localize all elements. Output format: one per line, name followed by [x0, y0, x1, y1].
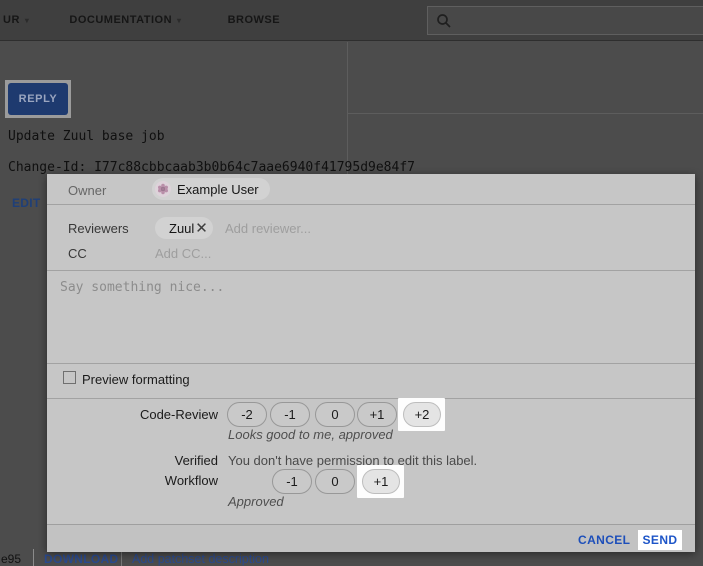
metadata-row-divider	[348, 113, 703, 114]
vote-button-code-review-plus1[interactable]: +1	[357, 402, 397, 427]
commit-box-divider	[347, 42, 348, 174]
vote-button-code-review-plus2[interactable]: +2	[403, 402, 441, 427]
reply-dialog: Owner Example User Reviewers Zuul ✕ CC	[47, 174, 695, 552]
chevron-down-icon: ▾	[25, 16, 30, 25]
avatar	[155, 181, 171, 197]
nav-menu-browse-label: BROWSE	[228, 14, 281, 26]
vote-button-workflow-zero[interactable]: 0	[315, 469, 355, 494]
focus-highlight-workflow-plus1: +1	[357, 465, 404, 498]
vote-button-code-review-minus2[interactable]: -2	[227, 402, 267, 427]
nav-menu-documentation-label: DOCUMENTATION	[69, 14, 172, 26]
chevron-down-icon: ▾	[177, 16, 182, 25]
cc-label: CC	[68, 246, 87, 261]
search-icon	[436, 13, 452, 29]
verified-permission-message: You don't have permission to edit this l…	[228, 453, 477, 468]
commit-message-title: Update Zuul base job	[8, 129, 165, 144]
top-bar: UR ▾ DOCUMENTATION ▾ BROWSE	[0, 0, 703, 41]
reply-message-textarea[interactable]	[55, 274, 687, 359]
owner-chip-label: Example User	[177, 182, 259, 197]
focus-highlight-send: SEND	[638, 530, 682, 550]
vote-button-code-review-zero[interactable]: 0	[315, 402, 355, 427]
separator	[121, 552, 122, 566]
divider	[47, 270, 695, 271]
reply-button-focus-ring: REPLY	[5, 80, 71, 118]
vote-button-code-review-minus1[interactable]: -1	[270, 402, 310, 427]
patchset-sha-fragment: e95	[1, 552, 21, 566]
owner-label: Owner	[68, 183, 106, 198]
divider	[47, 363, 695, 364]
search-input[interactable]	[458, 7, 703, 34]
divider	[47, 398, 695, 399]
reviewers-label: Reviewers	[68, 221, 129, 236]
reply-button[interactable]: REPLY	[8, 83, 68, 115]
commit-change-id: Change-Id: I77c88cbbcaab3b0b64c7aae6940f…	[8, 160, 415, 175]
score-label-code-review: Code-Review	[47, 407, 218, 422]
vote-button-workflow-minus1[interactable]: -1	[272, 469, 312, 494]
add-patchset-description-link[interactable]: Add patchset description	[132, 552, 269, 566]
remove-reviewer-icon[interactable]: ✕	[195, 221, 208, 236]
score-description-workflow: Approved	[228, 494, 284, 509]
owner-chip: Example User	[152, 178, 270, 200]
preview-formatting-label: Preview formatting	[82, 372, 190, 387]
nav-menu-documentation[interactable]: DOCUMENTATION ▾	[69, 14, 181, 26]
dialog-footer: CANCEL SEND	[47, 524, 695, 552]
separator	[33, 549, 34, 566]
vote-button-workflow-plus1[interactable]: +1	[362, 469, 400, 494]
reviewer-chip[interactable]: Zuul ✕	[155, 217, 213, 239]
focus-highlight-code-review-plus2: +2	[398, 398, 445, 431]
score-label-verified: Verified	[47, 453, 218, 468]
nav-menu-browse[interactable]: BROWSE	[228, 14, 281, 26]
search-box[interactable]	[427, 6, 703, 35]
download-link[interactable]: DOWNLOAD	[44, 552, 118, 566]
score-description-code-review: Looks good to me, approved	[228, 427, 393, 442]
nav-menu-your[interactable]: UR ▾	[3, 14, 29, 26]
divider	[47, 204, 695, 205]
edit-link[interactable]: EDIT	[12, 196, 41, 210]
preview-formatting-checkbox[interactable]	[63, 371, 76, 384]
send-button[interactable]: SEND	[638, 530, 682, 550]
add-cc-input[interactable]	[155, 243, 375, 263]
add-reviewer-input[interactable]	[225, 218, 445, 238]
cancel-button[interactable]: CANCEL	[578, 533, 630, 547]
score-label-workflow: Workflow	[47, 473, 218, 488]
reviewer-chip-label: Zuul	[169, 221, 194, 236]
nav-menu-your-label: UR	[3, 14, 20, 26]
